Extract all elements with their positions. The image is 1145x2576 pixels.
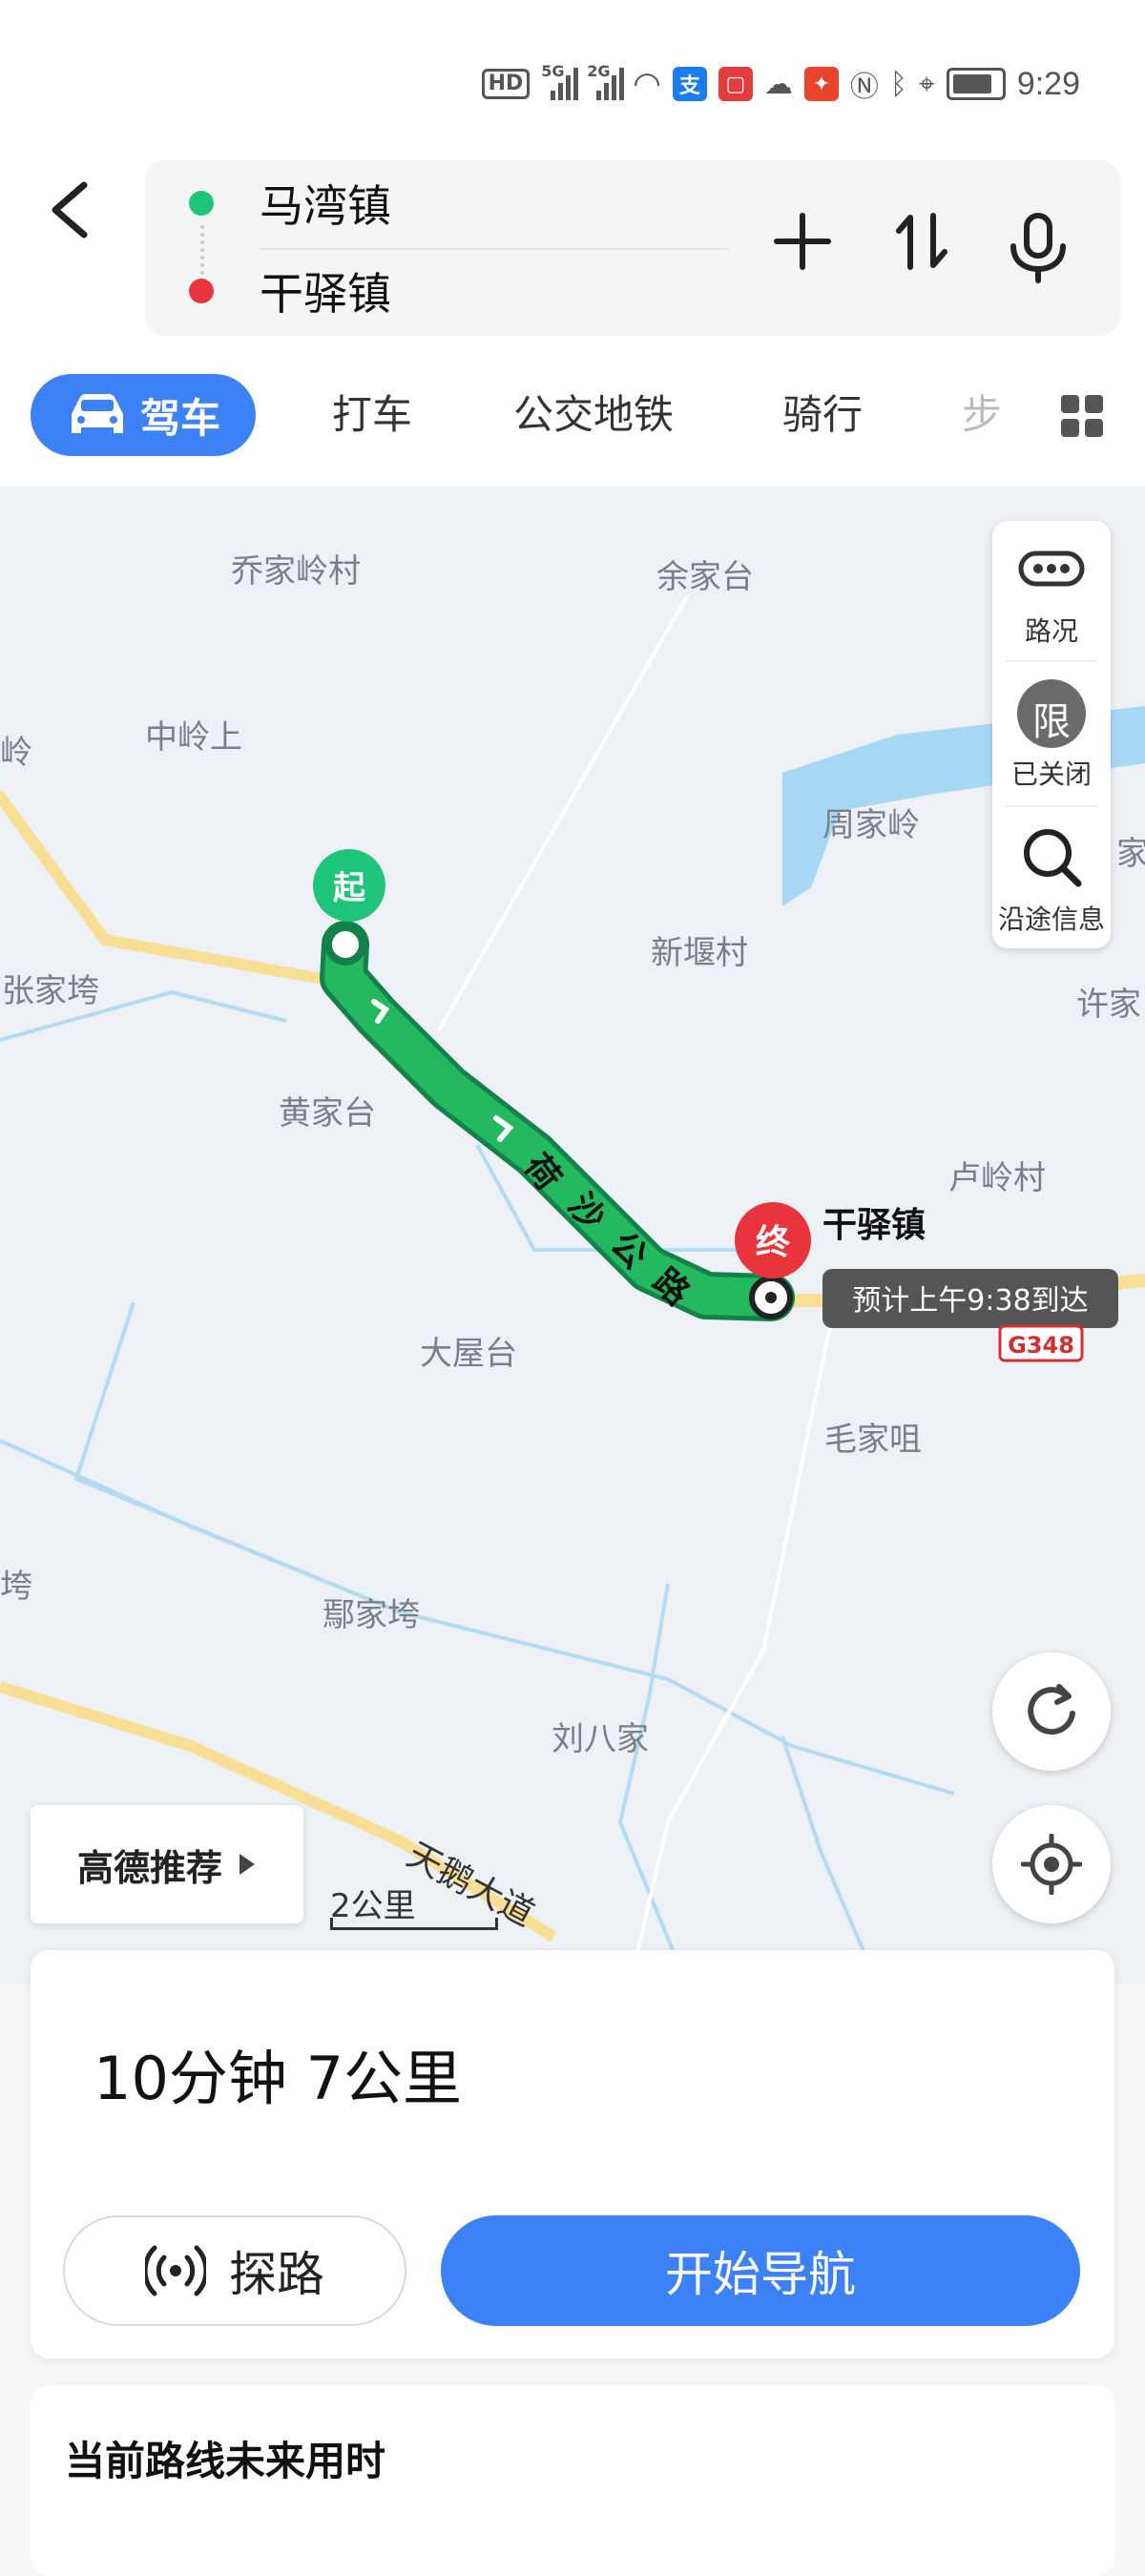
tab-transit[interactable]: 公交地铁 [513, 384, 674, 447]
tab-walk[interactable]: 步 [962, 384, 1002, 447]
minor-road-2 [628, 1325, 832, 1984]
bluetooth-icon: ᛒ [889, 67, 907, 101]
map-view[interactable]: 起 终 荷 沙 公 路 干驿镇 预计上午9:38到达 G348 天鹅大道 乔家岭… [0, 487, 1145, 1984]
place-label: 中岭上 [145, 718, 242, 757]
tab-drive[interactable]: 驾车 [31, 374, 256, 456]
origin-field[interactable]: 马湾镇 [260, 172, 391, 235]
route-input-box: 马湾镇 干驿镇 [145, 160, 1120, 336]
app-notification-icon: ▢ [718, 67, 753, 101]
crosshair-location-icon [1021, 1834, 1082, 1895]
place-label: 黄家台 [279, 1094, 376, 1132]
broadcast-icon [145, 2245, 206, 2296]
signal-icon-2: 2G [587, 62, 625, 100]
add-waypoint-button[interactable] [773, 212, 832, 286]
clock: 9:29 [1016, 65, 1080, 102]
place-label: 张家垮 [2, 972, 99, 1010]
explore-route-button[interactable]: 探路 [63, 2215, 406, 2326]
eta-label: 预计上午9:38到达 [852, 1284, 1088, 1318]
cloud-icon: ☁ [763, 67, 793, 101]
chevron-left-icon [52, 181, 88, 239]
refresh-route-button[interactable] [992, 1652, 1111, 1771]
travel-mode-tabs: 驾车 打车 公交地铁 骑行 步 [0, 363, 1145, 467]
route-connector [200, 225, 208, 275]
microphone-icon [1010, 213, 1066, 283]
locate-me-button[interactable] [992, 1805, 1111, 1923]
route-line [324, 925, 790, 1317]
wifi-icon: ◠ [633, 65, 661, 103]
along-route-info-button[interactable]: 沿途信息 [992, 809, 1111, 948]
place-label: 周家岭 [822, 806, 920, 844]
start-dot-icon [189, 191, 214, 216]
place-label: 鄢家垮 [323, 1596, 420, 1634]
hd-icon: HD [481, 69, 531, 99]
road-badge-label: G348 [1008, 1332, 1074, 1359]
search-icon [1024, 829, 1082, 887]
start-point-dot [324, 924, 366, 966]
location-icon: ⌖ [918, 67, 935, 101]
start-marker-label: 起 [333, 869, 366, 907]
app-notification-icon-2: ✦ [803, 67, 839, 101]
place-label: 毛家咀 [824, 1421, 922, 1459]
tab-label: 驾车 [139, 394, 220, 442]
control-label: 沿途信息 [997, 904, 1105, 935]
signal-icon: 5G [541, 62, 579, 100]
map-control-panel: 路况 限 已关闭 沿途信息 [992, 521, 1111, 948]
start-navigation-button[interactable]: 开始导航 [441, 2215, 1080, 2326]
voice-input-button[interactable] [1004, 212, 1072, 284]
recommend-label: 高德推荐 [76, 1846, 222, 1889]
swap-button[interactable] [893, 212, 950, 290]
destination-label: 干驿镇 [822, 1206, 926, 1245]
network-label: 5G [541, 62, 565, 80]
route-summary-sheet: 10分钟 7公里 探路 开始导航 [31, 1950, 1114, 2358]
divider [260, 248, 729, 250]
place-label: 乔家岭村 [231, 552, 361, 591]
explore-route-label: 探路 [229, 2247, 324, 2302]
map-scale-bar [330, 1918, 498, 1930]
plus-icon [774, 213, 831, 270]
end-dot-icon [189, 279, 214, 303]
place-label: 岭 [0, 734, 32, 772]
minor-road [437, 595, 689, 1031]
traffic-toggle[interactable]: 路况 [992, 521, 1111, 660]
place-label: 卢岭村 [948, 1159, 1046, 1197]
battery-icon [946, 68, 1006, 100]
network-label-2: 2G [587, 62, 611, 80]
tab-taxi[interactable]: 打车 [332, 384, 412, 447]
place-label: 余家台 [656, 558, 754, 596]
alipay-icon: 支 [672, 67, 707, 101]
nfc-icon: Ⓝ [849, 71, 879, 104]
route-outline [320, 921, 795, 1321]
place-label: 许家 [1076, 986, 1141, 1024]
place-label: 垮 [0, 1568, 32, 1606]
control-label: 路况 [1024, 615, 1078, 647]
restriction-glyph: 限 [1032, 700, 1071, 744]
future-travel-time-title: 当前路线未来用时 [65, 2438, 386, 2484]
restriction-toggle[interactable]: 限 已关闭 [992, 664, 1111, 803]
place-label: 刘八家 [552, 1720, 649, 1758]
place-label: 新堰村 [651, 934, 748, 972]
control-label: 已关闭 [1010, 758, 1092, 790]
route-duration-distance: 10分钟 7公里 [94, 2044, 463, 2113]
more-modes-grid-icon[interactable] [1061, 395, 1103, 437]
back-button[interactable] [42, 174, 95, 246]
end-marker-label: 终 [756, 1223, 791, 1262]
refresh-icon [1028, 1684, 1075, 1735]
place-label: 大屋台 [420, 1335, 517, 1373]
main-road [0, 791, 349, 988]
tab-bike[interactable]: 骑行 [782, 384, 863, 447]
status-bar: HD 5G 2G ◠ 支 ▢ ☁ ✦ Ⓝ ᛒ ⌖ 9:29 [0, 0, 1145, 162]
amap-recommend-button[interactable]: 高德推荐 [31, 1805, 303, 1923]
traffic-icon [1018, 551, 1085, 587]
triangle-right-icon [239, 1854, 255, 1875]
destination-field[interactable]: 干驿镇 [260, 260, 391, 322]
place-label: 家 [1116, 835, 1145, 873]
future-travel-time-card[interactable]: 当前路线未来用时 [31, 2385, 1114, 2576]
swap-icon [896, 213, 947, 270]
car-icon [71, 394, 123, 433]
map-canvas: 起 终 荷 沙 公 路 干驿镇 预计上午9:38到达 G348 天鹅大道 乔家岭… [0, 552, 1145, 1984]
